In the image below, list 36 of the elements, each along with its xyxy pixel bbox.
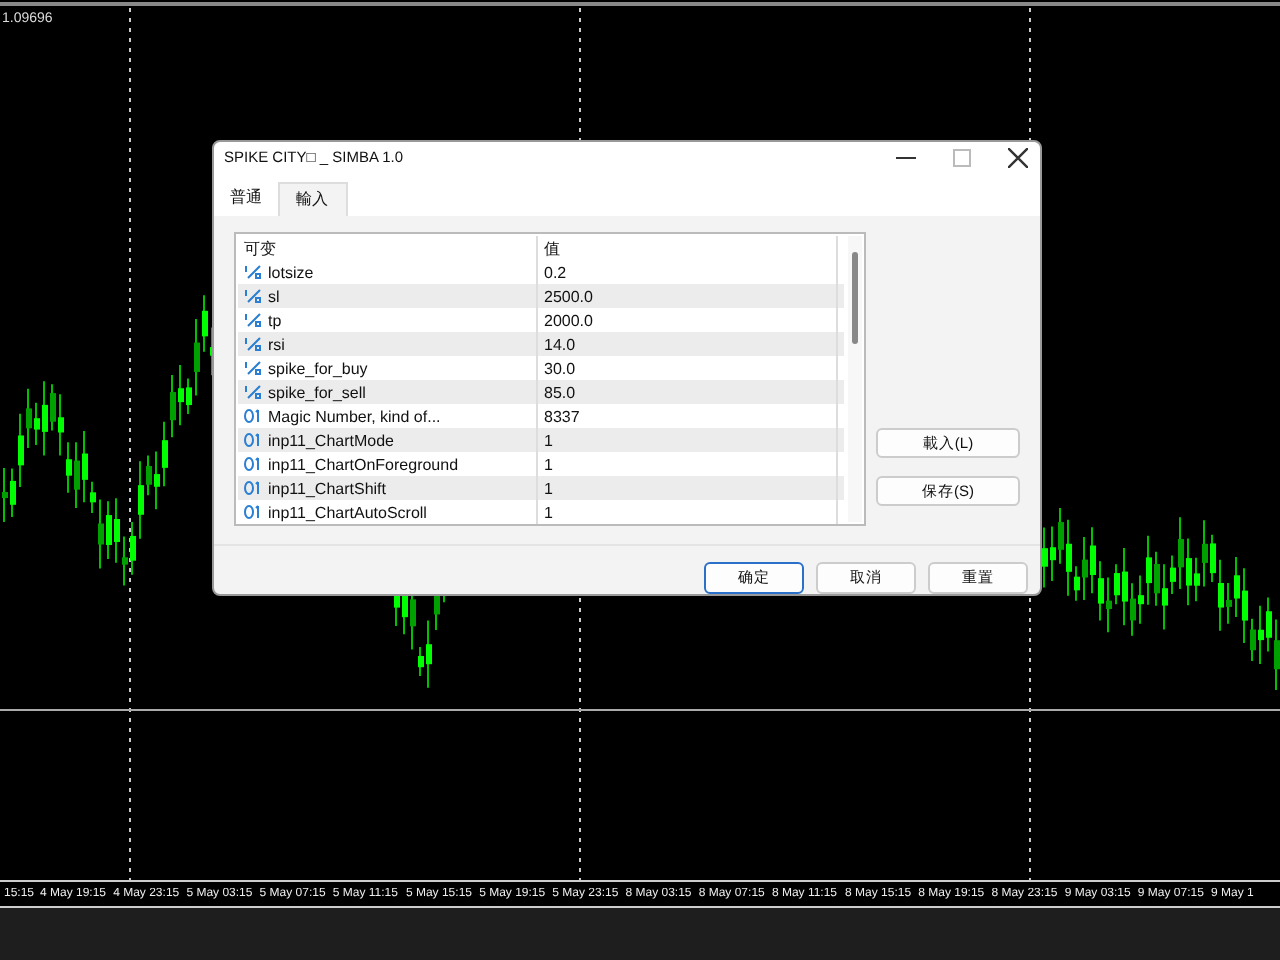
parameter-name: tp — [268, 311, 282, 329]
integer-icon — [244, 456, 262, 472]
scrollbar-thumb[interactable] — [852, 252, 858, 344]
parameter-name: inp11_ChartOnForeground — [268, 455, 459, 473]
fraction-icon — [244, 312, 262, 328]
tab[interactable]: 輸入 — [278, 182, 348, 216]
parameter-value[interactable]: 2500.0 — [538, 284, 838, 308]
parameter-name: inp11_ChartMode — [268, 431, 395, 449]
parameter-name: inp11_ChartShift — [268, 479, 386, 497]
tab[interactable]: 普通 — [224, 182, 278, 216]
fraction-icon — [244, 264, 262, 280]
column-header: 可变 — [238, 236, 538, 260]
parameter-value[interactable]: 1 — [538, 428, 838, 452]
parameter-value[interactable]: 1 — [538, 500, 838, 524]
parameter-value[interactable]: 85.0 — [538, 380, 838, 404]
parameter-name: Magic Number, kind of... — [268, 407, 441, 425]
fraction-icon — [244, 360, 262, 376]
parameter-name: rsi — [268, 335, 285, 353]
integer-icon — [244, 480, 262, 496]
parameter-name: spike_for_buy — [268, 359, 368, 377]
parameter-name: lotsize — [268, 263, 314, 281]
scrollbar[interactable] — [848, 236, 862, 522]
integer-icon — [244, 504, 262, 520]
column-header: 值 — [538, 236, 838, 260]
parameter-name: sl — [268, 287, 280, 305]
parameter-value[interactable]: 14.0 — [538, 332, 838, 356]
close-icon[interactable] — [1008, 147, 1028, 167]
fraction-icon — [244, 384, 262, 400]
parameter-name: inp11_ChartAutoScroll — [268, 503, 427, 521]
parameter-value[interactable]: 1 — [538, 476, 838, 500]
parameter-name: spike_for_sell — [268, 383, 366, 401]
fraction-icon — [244, 336, 262, 352]
fraction-icon — [244, 288, 262, 304]
integer-icon — [244, 432, 262, 448]
integer-icon — [244, 408, 262, 424]
maximize-icon[interactable] — [952, 147, 972, 167]
